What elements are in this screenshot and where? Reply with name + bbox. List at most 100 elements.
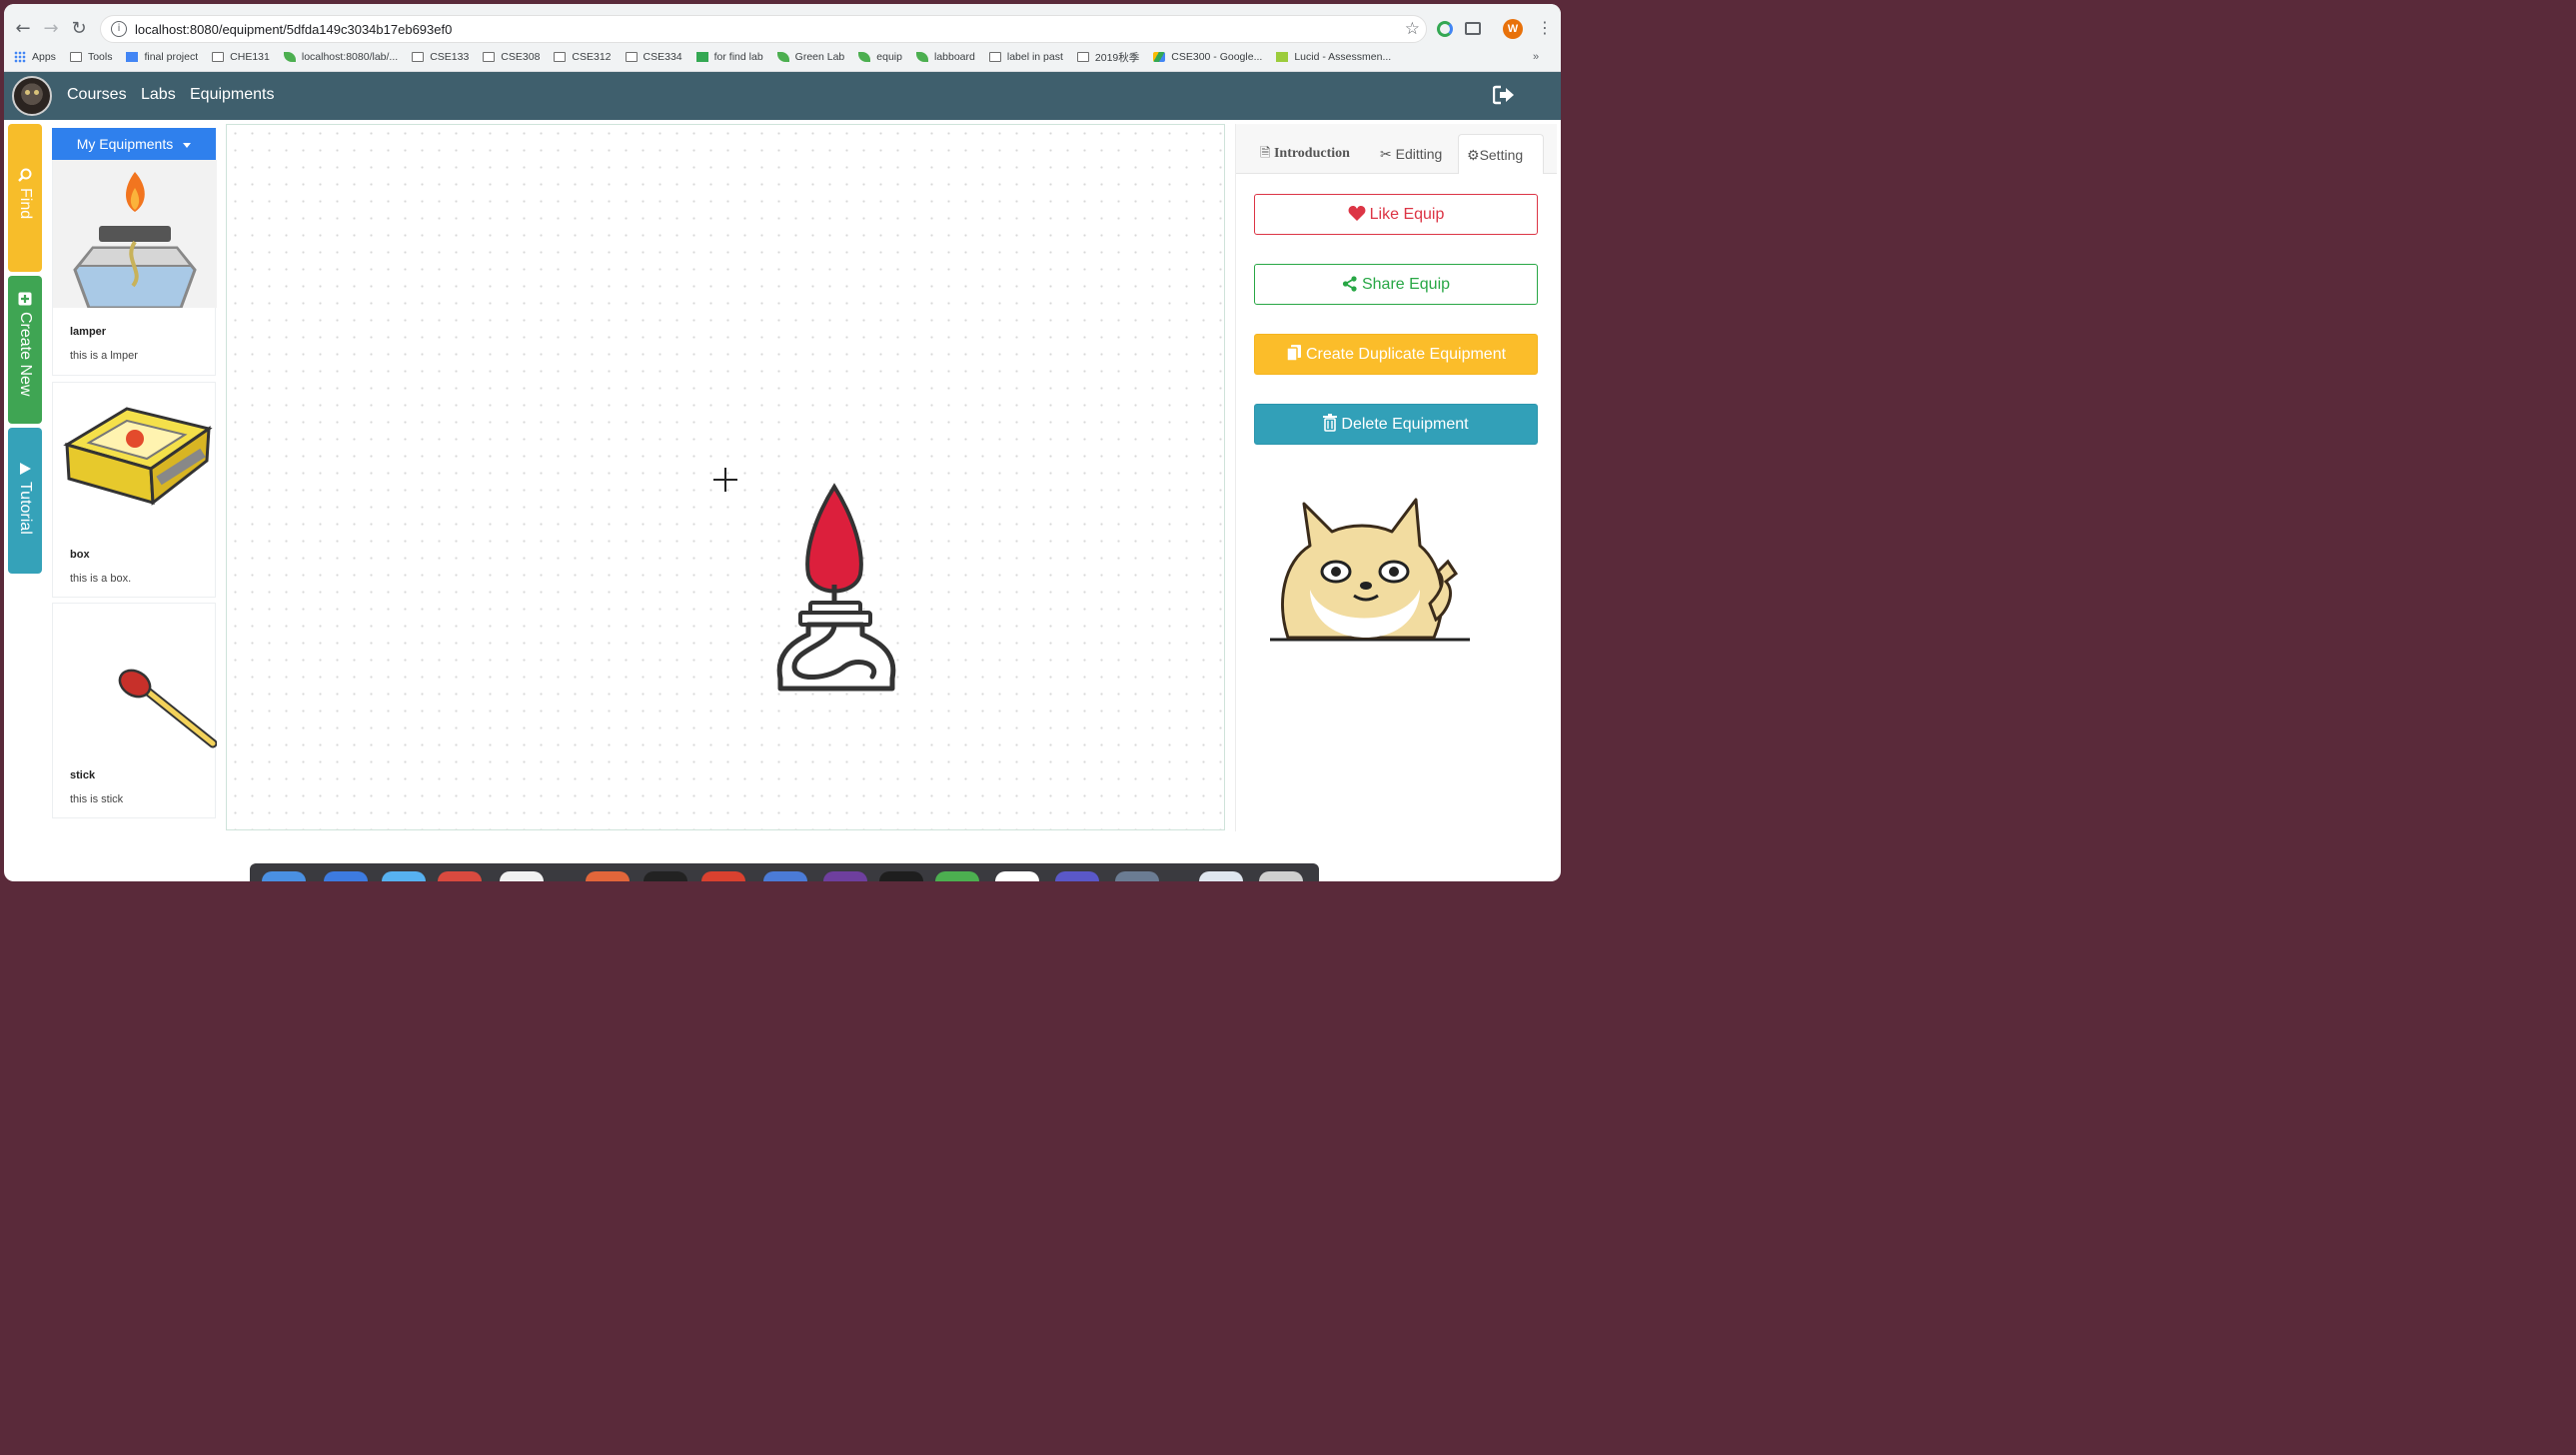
- bookmark-label: Lucid - Assessmen...: [1294, 51, 1392, 63]
- equipment-description: this is a lmper: [70, 350, 138, 362]
- back-arrow-icon[interactable]: ←: [12, 18, 34, 40]
- bookmark-item[interactable]: Apps: [14, 51, 56, 63]
- like-equip-button[interactable]: Like Equip: [1254, 194, 1538, 235]
- equipment-settings-panel: 🗎 Introduction ✂ Editting ⚙Setting Like …: [1235, 124, 1557, 831]
- folder-icon: [412, 52, 425, 62]
- folder-icon: [483, 52, 496, 62]
- bookmark-item[interactable]: label in past: [988, 51, 1063, 63]
- equipment-description: this is stick: [70, 793, 124, 805]
- equipment-card-box[interactable]: box this is a box.: [52, 382, 216, 598]
- bookmark-label: CSE334: [643, 51, 682, 63]
- app-icon[interactable]: [382, 871, 426, 881]
- bookmark-item[interactable]: CSE334: [625, 51, 682, 63]
- extension-icon[interactable]: [1437, 21, 1453, 37]
- bookmark-item[interactable]: CSE308: [483, 51, 540, 63]
- address-bar[interactable]: i localhost:8080/equipment/5dfda149c3034…: [100, 15, 1427, 43]
- bookmark-item[interactable]: CHE131: [212, 51, 270, 63]
- my-equipments-dropdown[interactable]: My Equipments: [52, 128, 216, 160]
- delete-equipment-label: Delete Equipment: [1341, 416, 1469, 433]
- search-icon: [18, 168, 32, 182]
- bookmark-item[interactable]: CSE312: [554, 51, 612, 63]
- bookmark-item[interactable]: 2019秋季: [1076, 50, 1139, 65]
- create-new-tab[interactable]: Create New: [8, 276, 42, 424]
- terminal-icon[interactable]: [879, 871, 923, 881]
- scissors-icon: ✂: [1380, 147, 1392, 163]
- nav-link-equipments[interactable]: Equipments: [190, 86, 275, 104]
- browser-toolbar: ← → ↻ i localhost:8080/equipment/5dfda14…: [4, 4, 1561, 72]
- crosshair-cursor-icon: [713, 468, 737, 492]
- create-new-tab-label: Create New: [17, 312, 34, 397]
- bookmark-item[interactable]: Lucid - Assessmen...: [1276, 51, 1391, 63]
- calendar-icon[interactable]: [438, 871, 482, 881]
- nav-link-labs[interactable]: Labs: [141, 86, 176, 104]
- info-icon[interactable]: i: [111, 21, 127, 37]
- find-tab[interactable]: Find: [8, 124, 42, 272]
- cast-icon[interactable]: [1465, 22, 1481, 35]
- bookmark-item[interactable]: Green Lab: [776, 51, 844, 63]
- bookmark-item[interactable]: equip: [858, 51, 902, 63]
- macos-dock: [250, 863, 1319, 881]
- app-icon[interactable]: [701, 871, 745, 881]
- app-icon[interactable]: [763, 871, 807, 881]
- user-avatar[interactable]: [12, 76, 52, 116]
- safari-icon[interactable]: [324, 871, 368, 881]
- share-equip-label: Share Equip: [1361, 276, 1451, 293]
- leaf-icon: [915, 52, 928, 62]
- bookmark-item[interactable]: final project: [126, 51, 198, 63]
- activity-monitor-icon[interactable]: [644, 871, 687, 881]
- app-navbar: Courses Labs Equipments: [4, 72, 1561, 120]
- equipment-name: stick: [70, 769, 96, 781]
- equipment-canvas[interactable]: [226, 124, 1225, 830]
- forward-arrow-icon[interactable]: →: [40, 18, 62, 40]
- bookmark-label: final project: [144, 51, 199, 63]
- folder-icon: [69, 52, 82, 62]
- bookmark-item[interactable]: labboard: [915, 51, 975, 63]
- app-icon[interactable]: [823, 871, 867, 881]
- gear-icon: ⚙: [1467, 148, 1480, 164]
- delete-equipment-button[interactable]: Delete Equipment: [1254, 404, 1538, 445]
- app-icon[interactable]: [1199, 871, 1243, 881]
- nav-link-courses[interactable]: Courses: [67, 86, 127, 104]
- file-icon: 🗎: [1260, 146, 1271, 161]
- tab-introduction[interactable]: 🗎 Introduction: [1252, 134, 1358, 174]
- bookmark-label: Tools: [87, 51, 113, 63]
- bookmark-item[interactable]: Tools: [69, 51, 113, 63]
- folder-icon: [625, 52, 638, 62]
- equipment-list: My Equipments lamper this is a lmper box…: [52, 128, 217, 827]
- tutorial-tab[interactable]: Tutorial: [8, 428, 42, 574]
- trash-dock-icon[interactable]: [1259, 871, 1303, 881]
- bookmark-label: for find lab: [713, 51, 763, 63]
- bookmark-label: label in past: [1006, 51, 1063, 63]
- logout-icon[interactable]: [1493, 85, 1515, 105]
- tab-editting[interactable]: ✂ Editting: [1372, 134, 1450, 174]
- chrome-icon[interactable]: [995, 871, 1039, 881]
- doc-icon: [126, 52, 139, 62]
- app-icon[interactable]: [500, 871, 544, 881]
- menu-kebab-icon[interactable]: ⋮: [1537, 18, 1553, 37]
- bookmark-item[interactable]: localhost:8080/lab/...: [283, 51, 398, 63]
- bookmark-item[interactable]: for find lab: [695, 51, 763, 63]
- folder-icon: [554, 52, 567, 62]
- equipment-card-lamper[interactable]: lamper this is a lmper: [52, 160, 217, 376]
- share-equip-button[interactable]: Share Equip: [1254, 264, 1538, 305]
- bookmarks-bar: Apps Tools final project CHE131 localhost:80…: [14, 47, 1405, 67]
- app-icon[interactable]: [935, 871, 979, 881]
- app-icon[interactable]: [586, 871, 630, 881]
- bookmark-item[interactable]: CSE133: [412, 51, 469, 63]
- tab-setting[interactable]: ⚙Setting: [1458, 134, 1544, 174]
- finder-icon[interactable]: [262, 871, 306, 881]
- alcohol-lamp-icon[interactable]: [774, 483, 898, 695]
- bookmark-item[interactable]: CSE300 - Google...: [1153, 51, 1262, 63]
- equipment-card-stick[interactable]: stick this is stick: [52, 603, 217, 818]
- url-text[interactable]: localhost:8080/equipment/5dfda149c3034b1…: [135, 22, 452, 37]
- reload-icon[interactable]: ↻: [68, 18, 90, 40]
- profile-avatar[interactable]: W: [1503, 19, 1523, 39]
- app-icon[interactable]: [1115, 871, 1159, 881]
- bookmarks-more-icon[interactable]: »: [1533, 51, 1539, 63]
- app-icon[interactable]: [1055, 871, 1099, 881]
- folder-icon: [1076, 52, 1089, 62]
- tab-introduction-label: Introduction: [1273, 146, 1350, 161]
- alcohol-lamp-image: [53, 160, 217, 308]
- create-duplicate-button[interactable]: Create Duplicate Equipment: [1254, 334, 1538, 375]
- bookmark-star-icon[interactable]: ☆: [1405, 19, 1420, 39]
